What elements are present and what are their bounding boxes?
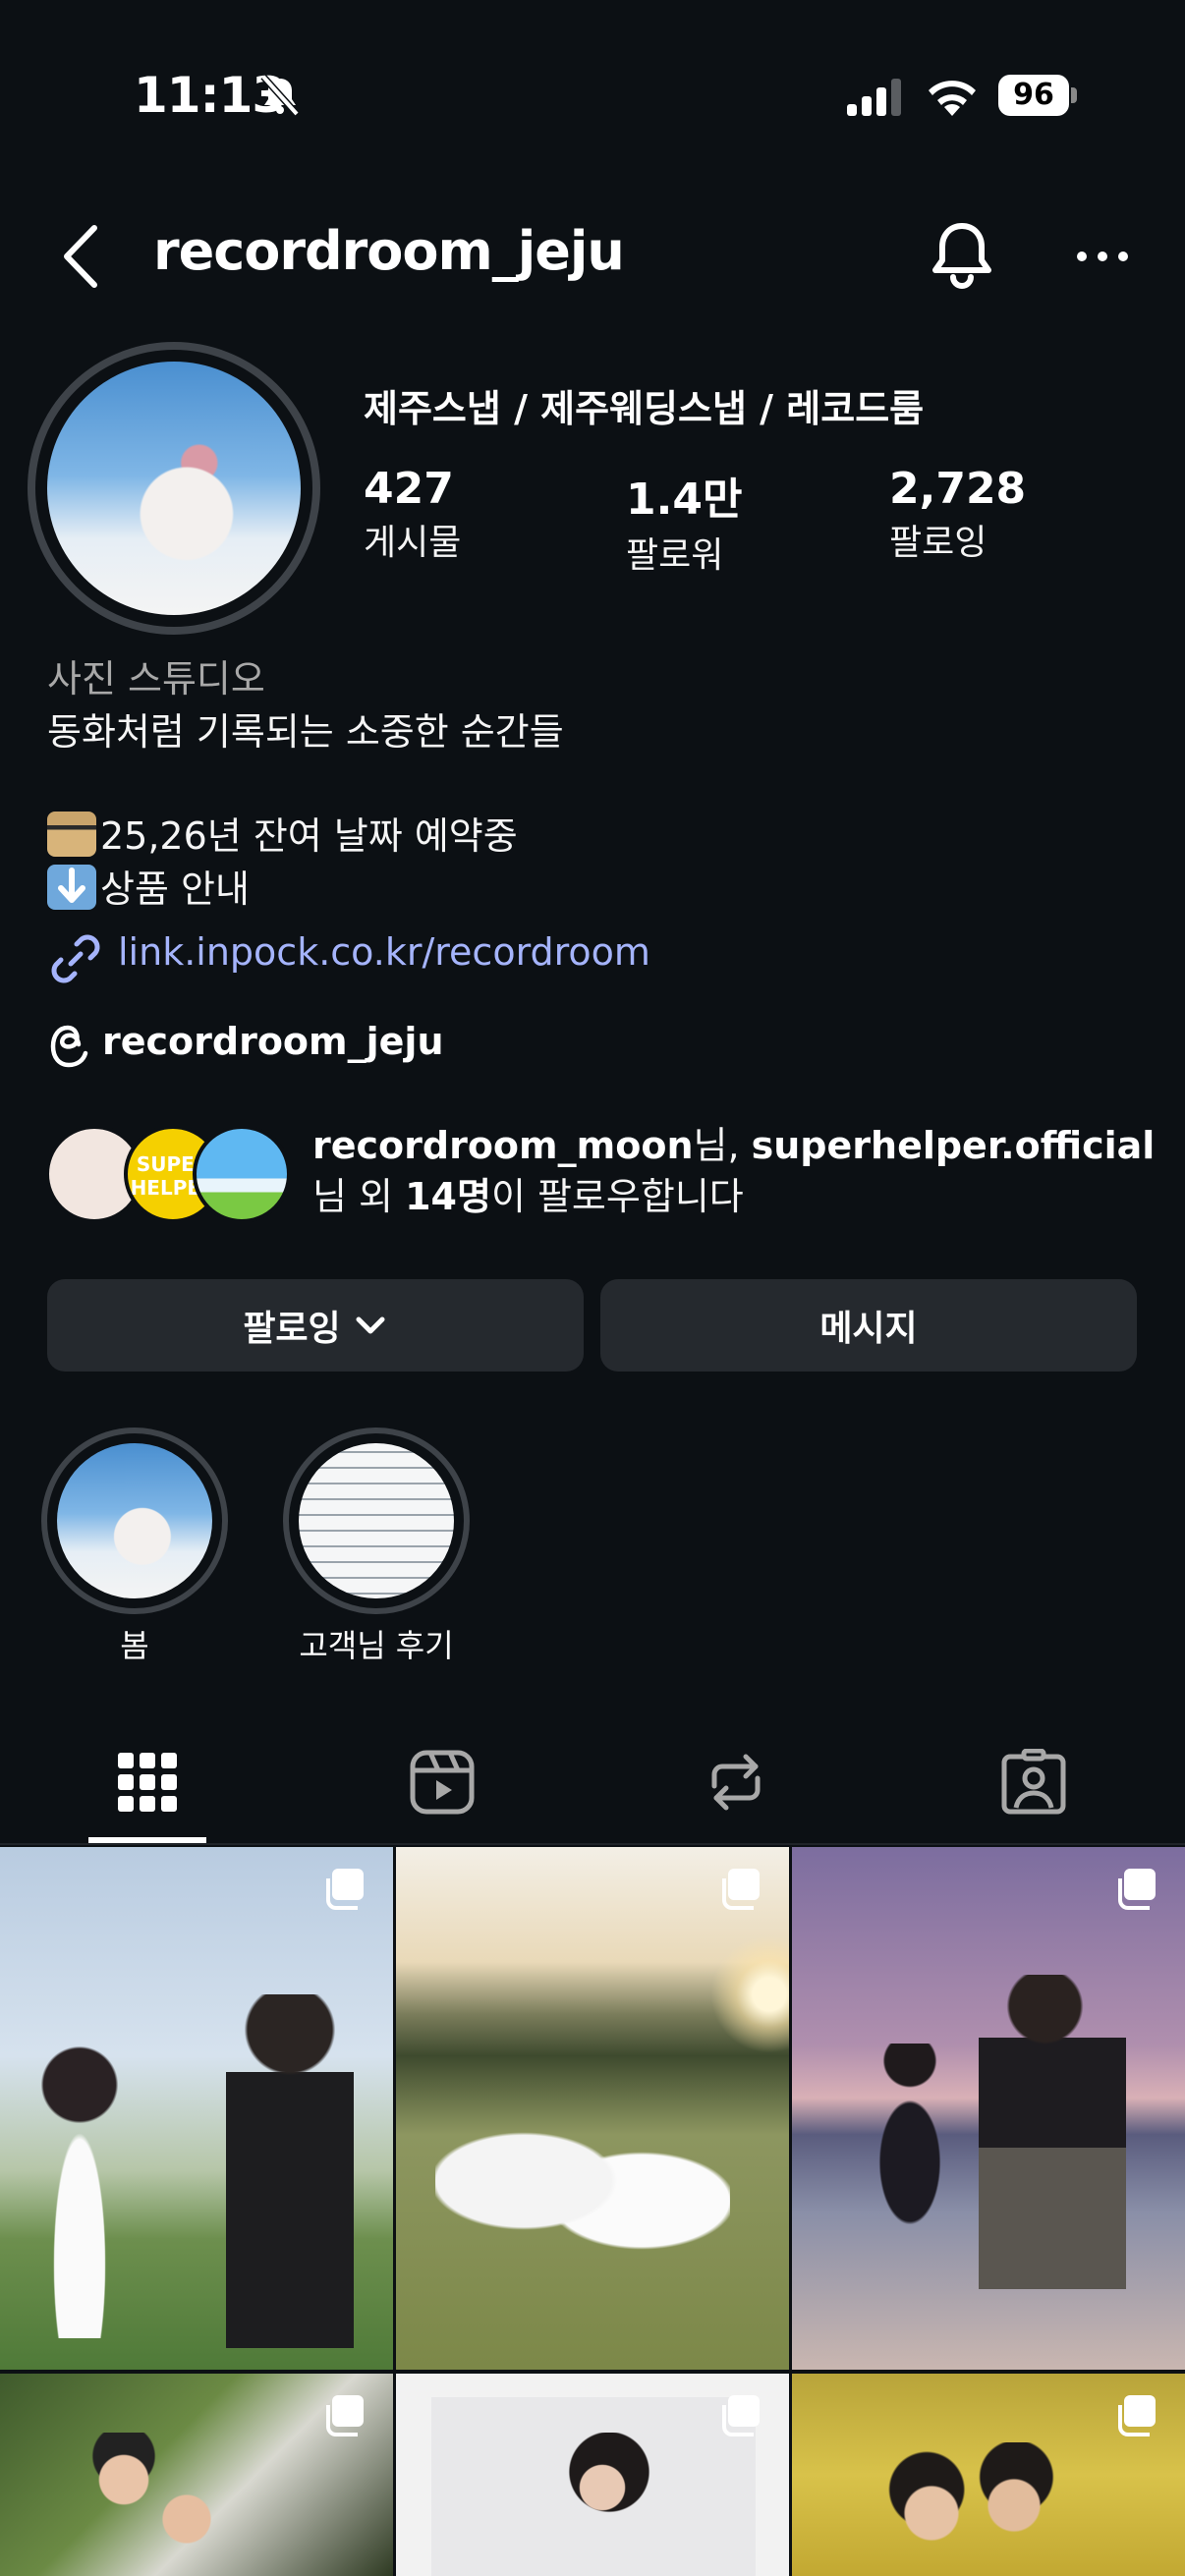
carousel-icon [722,2395,760,2436]
tab-divider [0,1843,1185,1845]
carousel-icon [326,1869,364,1910]
post-tile[interactable] [792,2374,1185,2576]
post-tile[interactable] [396,2374,789,2576]
stat-followers[interactable]: 1.4만 팔로워 [626,464,742,578]
following-button[interactable]: 팔로잉 [47,1279,584,1372]
post-tile[interactable] [792,1847,1185,2370]
carousel-icon [722,1869,760,1910]
more-options-icon[interactable] [1075,244,1130,269]
notification-bell-icon[interactable] [928,220,996,291]
cellular-signal-icon [847,79,901,116]
stat-following-value: 2,728 [889,464,1027,514]
highlight-label: 고객님 후기 [299,1627,454,1664]
stat-posts-label: 게시물 [364,523,462,563]
highlight-label: 봄 [120,1627,149,1664]
bio-link[interactable]: link.inpock.co.kr/recordroom [118,930,650,974]
carousel-icon [326,2395,364,2436]
highlight-cover [57,1443,212,1598]
link-icon [51,934,100,983]
highlight-spring[interactable] [41,1428,228,1614]
stat-following[interactable]: 2,728 팔로잉 [889,464,1026,565]
bio-line: 동화처럼 기록되는 소중한 순간들 [47,710,564,754]
reels-icon[interactable] [409,1749,476,1816]
posts-grid-icon[interactable] [114,1749,181,1816]
calendar-emoji-icon [47,812,96,857]
following-button-label: 팔로잉 [243,1309,341,1349]
highlight-cover [299,1443,454,1598]
silent-mode-icon [260,74,300,117]
threads-icon[interactable] [49,1024,92,1069]
profile-category: 사진 스튜디오 [47,657,265,700]
mutual-follower-avatar[interactable] [193,1125,291,1223]
profile-display-name: 제주스냅 / 제주웨딩스냅 / 레코드룸 [364,387,925,430]
message-button[interactable]: 메시지 [600,1279,1137,1372]
down-arrow-emoji-icon [47,865,96,910]
tagged-icon[interactable] [1000,1749,1067,1816]
profile-username: recordroom_jeju [153,220,625,282]
stat-posts[interactable]: 427 게시물 [364,464,461,565]
post-tile[interactable] [0,1847,393,2370]
followed-by-text[interactable]: recordroom_moon님, superhelper.official 님 … [312,1120,1167,1222]
stat-followers-value: 1.4만 [626,475,743,525]
battery-level: 96 [998,75,1069,116]
bio-line: 상품 안내 [47,859,250,913]
carousel-icon [1118,1869,1156,1910]
bio-line-text: 상품 안내 [100,868,250,911]
stat-posts-value: 427 [364,464,454,514]
post-tile[interactable] [0,2374,393,2576]
post-tile[interactable] [396,1847,789,2370]
highlight-reviews[interactable] [283,1428,470,1614]
carousel-icon [1118,2395,1156,2436]
stat-following-label: 팔로잉 [889,523,988,563]
back-icon[interactable] [57,222,106,291]
profile-avatar[interactable] [47,362,301,615]
battery-indicator: 96 [998,75,1077,116]
threads-username[interactable]: recordroom_jeju [102,1020,444,1063]
stat-followers-label: 팔로워 [626,535,724,576]
wifi-icon [929,81,976,116]
bio-line-text: 25,26년 잔여 날짜 예약중 [100,814,518,858]
bio-line: 25,26년 잔여 날짜 예약중 [47,806,518,860]
chevron-down-icon [356,1316,385,1334]
reposts-icon[interactable] [703,1749,769,1816]
